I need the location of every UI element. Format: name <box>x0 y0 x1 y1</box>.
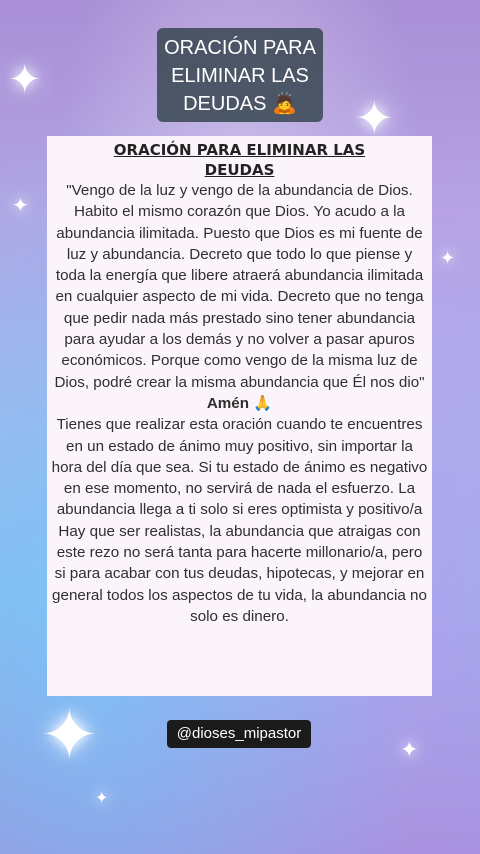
prayer-card: ORACIÓN PARA ELIMINAR LAS DEUDAS "Vengo … <box>47 136 432 696</box>
sparkle-icon: ✦ <box>12 193 29 217</box>
sparkle-icon: ✦ <box>400 738 419 763</box>
card-title: ORACIÓN PARA ELIMINAR LAS DEUDAS <box>90 140 390 180</box>
advice-text: Tienes que realizar esta oración cuando … <box>51 416 428 519</box>
sparkle-icon: ✦ <box>95 788 109 807</box>
card-title-line: DEUDAS <box>204 161 275 179</box>
title-line: ORACIÓN PARA <box>164 37 316 59</box>
title-line: DEUDAS 🙇 <box>183 93 297 115</box>
prayer-text: "Vengo de la luz y vengo de la abundanci… <box>54 182 425 391</box>
closing-text: Hay que ser realistas, la abundancia que… <box>52 522 427 625</box>
sparkle-icon: ✦ <box>355 91 394 145</box>
title-box: ORACIÓN PARA ELIMINAR LAS DEUDAS 🙇 <box>157 28 323 122</box>
title-line: ELIMINAR LAS <box>171 65 309 87</box>
username-tag[interactable]: @dioses_mipastor <box>167 720 311 748</box>
amen-text: Amén 🙏 <box>206 394 273 412</box>
sparkle-icon: ✦ <box>440 248 456 269</box>
card-title-line: ORACIÓN PARA ELIMINAR LAS <box>113 141 366 159</box>
sparkle-icon: ✦ <box>40 694 99 776</box>
sparkle-icon: ✦ <box>8 57 42 103</box>
